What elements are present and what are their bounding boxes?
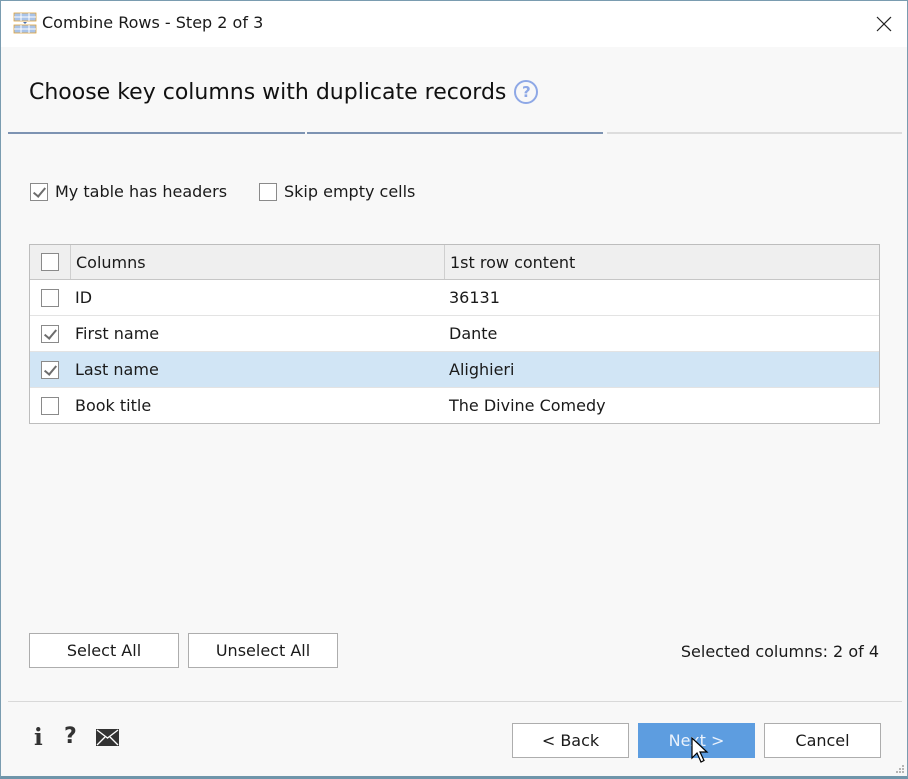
info-icon[interactable]: i	[34, 724, 43, 751]
window-title: Combine Rows - Step 2 of 3	[42, 13, 264, 32]
table-icon	[13, 12, 37, 34]
step-header: Choose key columns with duplicate record…	[1, 47, 907, 135]
has-headers-label: My table has headers	[55, 182, 228, 201]
has-headers-option[interactable]: My table has headers	[30, 182, 227, 201]
row-checkbox[interactable]	[41, 324, 59, 343]
help-icon[interactable]: ?	[514, 80, 539, 104]
help-question-icon[interactable]: ?	[64, 724, 77, 749]
select-all-button[interactable]: Select All	[29, 633, 179, 668]
resize-grip-icon[interactable]	[895, 764, 905, 774]
row-column-name: First name	[75, 324, 160, 343]
page-title: Choose key columns with duplicate record…	[29, 80, 539, 105]
row-checkbox[interactable]	[41, 288, 59, 307]
row-content: Dante	[449, 324, 498, 343]
row-column-name: ID	[75, 288, 93, 307]
columns-grid: Columns 1st row content ID 36131 First n…	[29, 244, 880, 424]
selected-columns-count: Selected columns: 2 of 4	[680, 642, 879, 661]
row-column-name: Book title	[75, 396, 152, 415]
step-indicator-3	[607, 132, 902, 134]
skip-empty-option[interactable]: Skip empty cells	[259, 182, 415, 201]
row-content: Alighieri	[449, 360, 515, 379]
step-indicator-2	[307, 132, 603, 134]
next-button[interactable]: Next >	[638, 723, 755, 758]
column-header-content[interactable]: 1st row content	[445, 245, 879, 279]
row-column-name: Last name	[75, 360, 159, 379]
mail-icon[interactable]	[96, 729, 119, 750]
row-checkbox[interactable]	[41, 360, 59, 379]
grid-header-row: Columns 1st row content	[30, 245, 879, 280]
column-header-columns[interactable]: Columns	[71, 245, 445, 279]
close-icon	[876, 16, 892, 32]
table-row[interactable]: ID 36131	[30, 280, 879, 316]
unselect-all-button[interactable]: Unselect All	[188, 633, 338, 668]
cancel-button[interactable]: Cancel	[764, 723, 881, 758]
footer-divider	[8, 701, 902, 702]
select-all-checkbox[interactable]	[41, 253, 59, 271]
has-headers-checkbox[interactable]	[30, 182, 48, 201]
close-button[interactable]	[871, 11, 897, 37]
row-content: The Divine Comedy	[449, 396, 606, 415]
table-row[interactable]: Last name Alighieri	[30, 352, 879, 388]
page-title-text: Choose key columns with duplicate record…	[29, 80, 507, 105]
back-button[interactable]: < Back	[512, 723, 629, 758]
title-bar: Combine Rows - Step 2 of 3	[1, 1, 907, 47]
combine-rows-dialog: Combine Rows - Step 2 of 3 Choose key co…	[0, 0, 908, 779]
skip-empty-label: Skip empty cells	[284, 182, 416, 201]
table-row[interactable]: First name Dante	[30, 316, 879, 352]
skip-empty-checkbox[interactable]	[259, 182, 277, 201]
table-row[interactable]: Book title The Divine Comedy	[30, 388, 879, 423]
step-indicator-1	[8, 132, 305, 134]
row-checkbox[interactable]	[41, 396, 59, 415]
row-content: 36131	[449, 288, 500, 307]
